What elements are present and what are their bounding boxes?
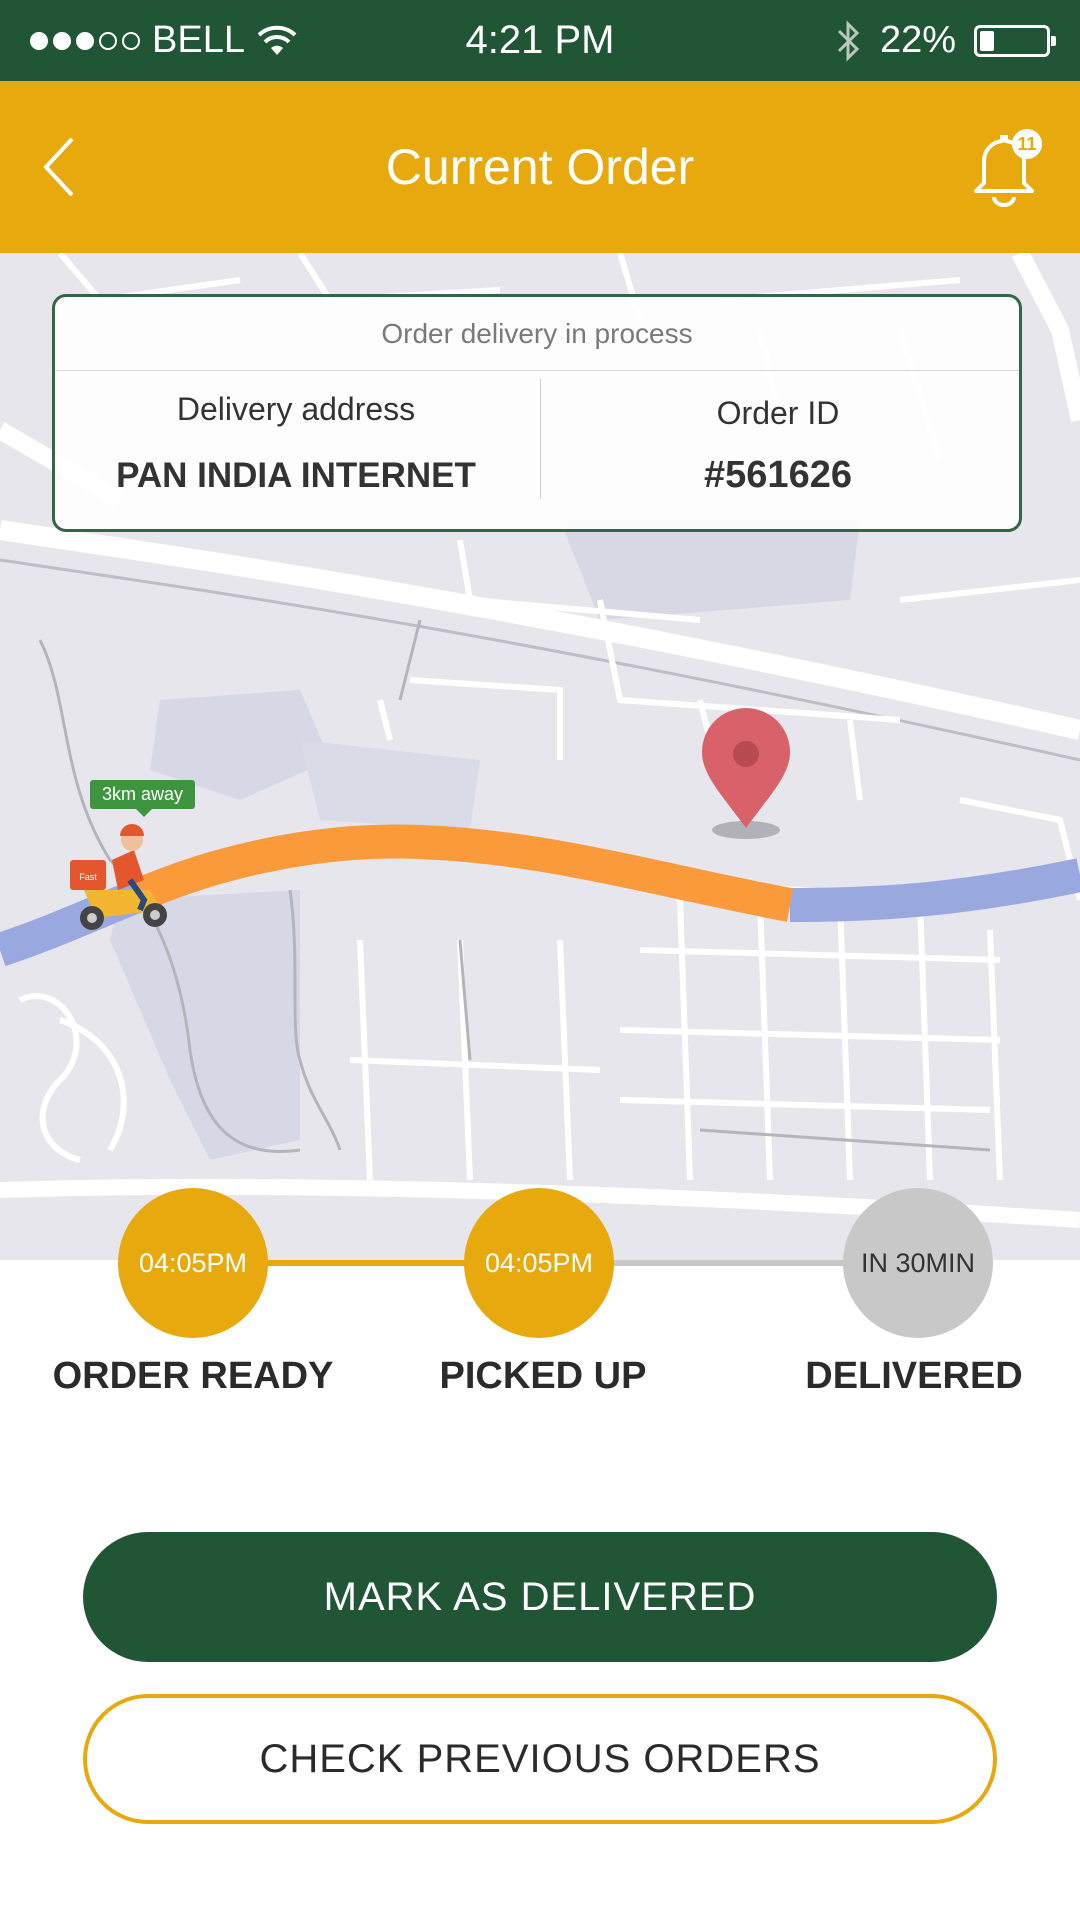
notification-badge: 11 <box>1012 129 1042 159</box>
bluetooth-icon <box>837 19 860 62</box>
card-divider <box>540 379 541 499</box>
battery-icon <box>974 24 1056 57</box>
app-header: Current Order 11 <box>0 81 1080 253</box>
step-delivered-label: DELIVERED <box>805 1355 1023 1397</box>
rider-badge-text: Fast <box>79 872 97 882</box>
step-order-ready-time: 04:05PM <box>118 1188 268 1338</box>
order-id-section: Order ID #561626 <box>537 371 1019 529</box>
order-info-card: Order delivery in process Delivery addre… <box>52 294 1022 532</box>
step-order-ready-label: ORDER READY <box>52 1355 334 1397</box>
status-right: 22% <box>836 0 1056 81</box>
mark-as-delivered-button[interactable]: MARK AS DELIVERED <box>83 1532 997 1662</box>
step-picked-up-time: 04:05PM <box>464 1188 614 1338</box>
distance-tag: 3km away <box>90 780 196 817</box>
delivery-address-label: Delivery address <box>176 391 416 427</box>
notifications-button[interactable]: 11 <box>970 129 1042 209</box>
order-id-label: Order ID <box>716 395 840 431</box>
check-previous-orders-button[interactable]: CHECK PREVIOUS ORDERS <box>83 1694 997 1824</box>
status-bar: BELL 4:21 PM 22% <box>0 0 1080 81</box>
step-delivered-time: IN 30MIN <box>843 1188 993 1338</box>
order-id-value: #561626 <box>704 454 852 496</box>
page-title: Current Order <box>385 139 695 195</box>
order-status-text: Order delivery in process <box>55 297 1019 371</box>
battery-percent: 22% <box>879 19 956 61</box>
delivery-address-value: PAN INDIA INTERNET <box>116 456 476 495</box>
delivery-address-section: Delivery address PAN INDIA INTERNET <box>55 371 537 529</box>
step-picked-up-label: PICKED UP <box>439 1355 647 1397</box>
